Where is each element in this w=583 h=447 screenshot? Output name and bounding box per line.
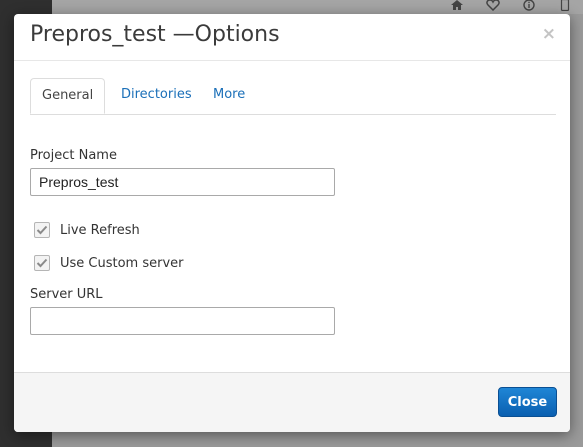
tab-general[interactable]: General [30, 78, 106, 114]
checkmark-icon [36, 225, 48, 235]
dialog-title: Prepros_test —Options [30, 22, 280, 47]
custom-server-label: Use Custom server [60, 255, 184, 271]
live-refresh-checkbox[interactable] [34, 222, 50, 238]
tab-bar: General Directories More [30, 78, 556, 115]
dialog-header: Prepros_test —Options × [14, 14, 570, 61]
server-url-label: Server URL [30, 287, 103, 302]
project-name-label: Project Name [30, 148, 117, 163]
heart-icon [475, 0, 511, 12]
live-refresh-row: Live Refresh [34, 222, 140, 238]
tab-directories[interactable]: Directories [110, 78, 203, 114]
live-refresh-label: Live Refresh [60, 222, 140, 238]
project-name-input[interactable] [30, 168, 335, 196]
background-toolbar [52, 0, 583, 14]
options-dialog: Prepros_test —Options × General Director… [14, 14, 570, 432]
custom-server-checkbox[interactable] [34, 255, 50, 271]
info-icon [511, 0, 547, 12]
phone-icon [547, 0, 583, 12]
dialog-footer: Close [14, 372, 570, 432]
checkmark-icon [36, 258, 48, 268]
tab-more[interactable]: More [202, 78, 256, 114]
close-button[interactable]: Close [498, 387, 557, 417]
home-icon [439, 0, 475, 12]
server-url-input[interactable] [30, 307, 335, 335]
custom-server-row: Use Custom server [34, 255, 184, 271]
close-icon[interactable]: × [542, 24, 556, 44]
